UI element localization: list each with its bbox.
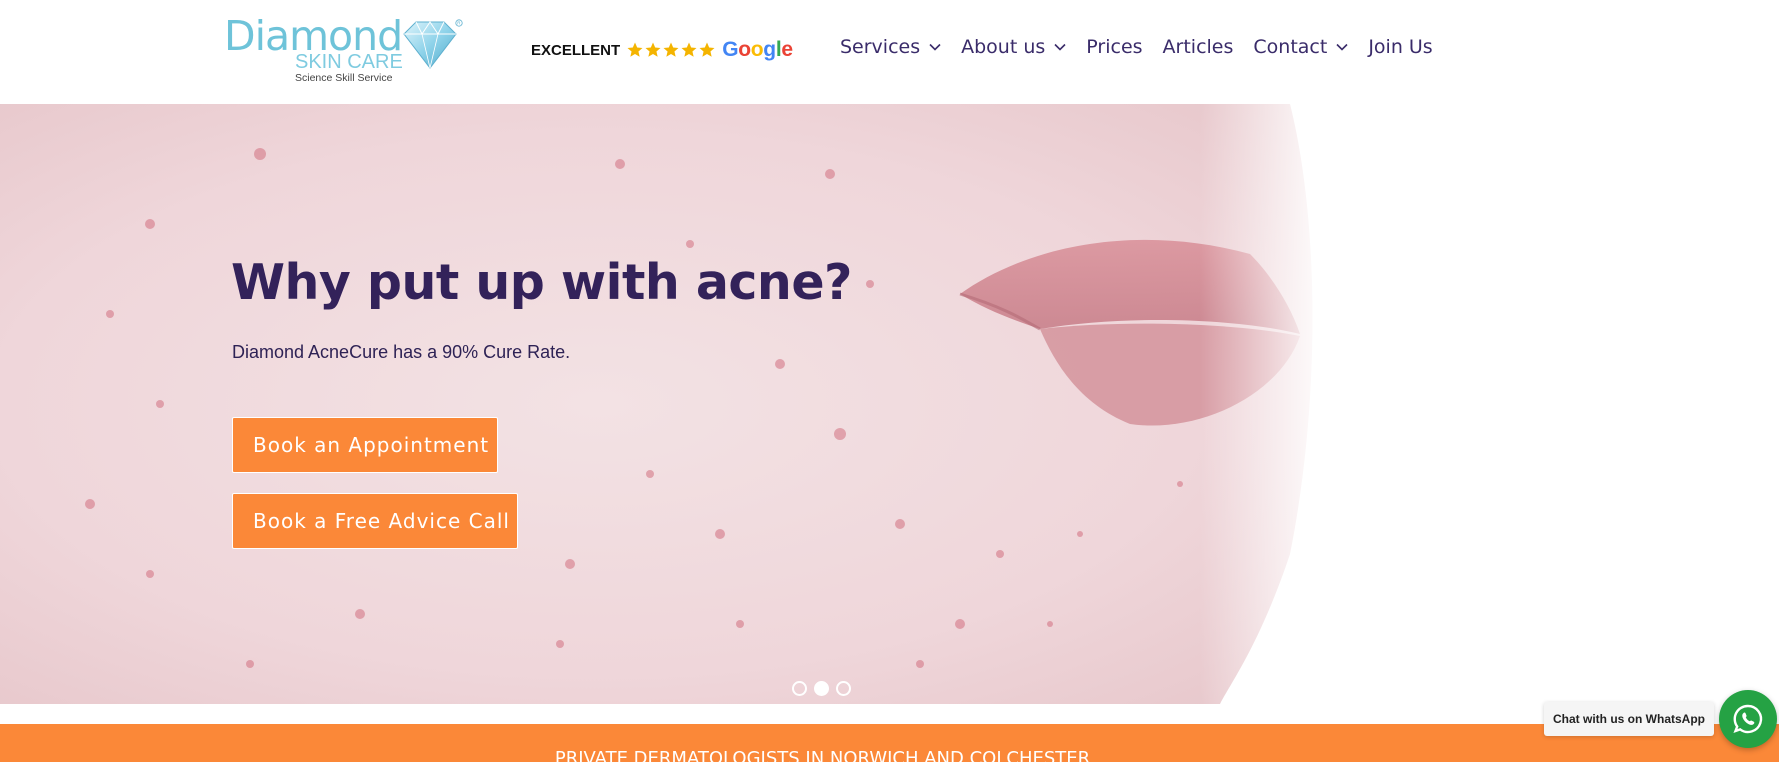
chevron-down-icon bbox=[1054, 43, 1066, 51]
chevron-down-icon bbox=[1336, 43, 1348, 51]
svg-text:R: R bbox=[457, 21, 461, 26]
nav-item-services[interactable]: Services bbox=[840, 36, 941, 58]
star-icon bbox=[663, 42, 679, 57]
nav-item-label: Join Us bbox=[1368, 36, 1433, 58]
logo-tagline: Science Skill Service bbox=[295, 72, 393, 84]
nav-item-label: About us bbox=[961, 36, 1046, 58]
nav-item-label: Contact bbox=[1253, 36, 1328, 58]
rating-label: EXCELLENT bbox=[531, 41, 621, 59]
nav-item-label: Prices bbox=[1086, 36, 1143, 58]
book-appointment-button[interactable]: Book an Appointment bbox=[232, 417, 498, 473]
slider-dots bbox=[792, 681, 858, 696]
slider-dot[interactable] bbox=[836, 681, 851, 696]
google-letter: e bbox=[781, 38, 793, 61]
site-header: Diamond R SKIN CARE Science Skill Servic… bbox=[0, 0, 1779, 104]
whatsapp-icon bbox=[1733, 704, 1763, 734]
diamond-icon: R bbox=[403, 19, 463, 69]
rating-stars bbox=[626, 41, 716, 59]
google-letter: G bbox=[722, 38, 739, 61]
slider-dot[interactable] bbox=[792, 681, 807, 696]
hero-title: Why put up with acne? bbox=[231, 254, 852, 311]
announcement-strip: PRIVATE DERMATOLOGISTS IN NORWICH AND CO… bbox=[0, 724, 1779, 762]
star-icon bbox=[627, 42, 643, 57]
strip-text: PRIVATE DERMATOLOGISTS IN NORWICH AND CO… bbox=[554, 748, 1091, 762]
google-letter: o bbox=[738, 38, 751, 61]
google-rating-badge[interactable]: EXCELLENT Google bbox=[531, 37, 793, 63]
nav-item-join-us[interactable]: Join Us bbox=[1368, 36, 1432, 58]
nav-item-about-us[interactable]: About us bbox=[961, 36, 1066, 58]
hero-skin-image bbox=[0, 104, 1330, 704]
google-letter: g bbox=[763, 38, 776, 61]
google-logo: Google bbox=[722, 38, 793, 62]
hero-slider: Why put up with acne? Diamond AcneCure h… bbox=[0, 104, 1779, 704]
chevron-down-icon bbox=[929, 43, 941, 51]
whatsapp-chat-label[interactable]: Chat with us on WhatsApp bbox=[1544, 702, 1714, 736]
star-icon bbox=[645, 42, 661, 57]
google-letter: o bbox=[750, 38, 764, 61]
nav-item-contact[interactable]: Contact bbox=[1253, 36, 1348, 58]
book-advice-call-button[interactable]: Book a Free Advice Call bbox=[232, 493, 518, 549]
whatsapp-button[interactable] bbox=[1719, 690, 1777, 748]
main-nav: Services About us Prices Articles Contac… bbox=[840, 32, 1453, 62]
hero-subtitle: Diamond AcneCure has a 90% Cure Rate. bbox=[232, 342, 571, 362]
logo-subtitle: SKIN CARE bbox=[295, 51, 403, 73]
site-logo[interactable]: Diamond R SKIN CARE Science Skill Servic… bbox=[224, 14, 469, 84]
nav-item-label: Articles bbox=[1162, 36, 1234, 58]
nav-item-label: Services bbox=[840, 36, 921, 58]
nav-item-prices[interactable]: Prices bbox=[1086, 36, 1142, 58]
nav-item-articles[interactable]: Articles bbox=[1163, 36, 1234, 58]
star-icon bbox=[681, 42, 697, 57]
star-icon bbox=[699, 42, 715, 57]
slider-dot-active[interactable] bbox=[814, 681, 829, 696]
